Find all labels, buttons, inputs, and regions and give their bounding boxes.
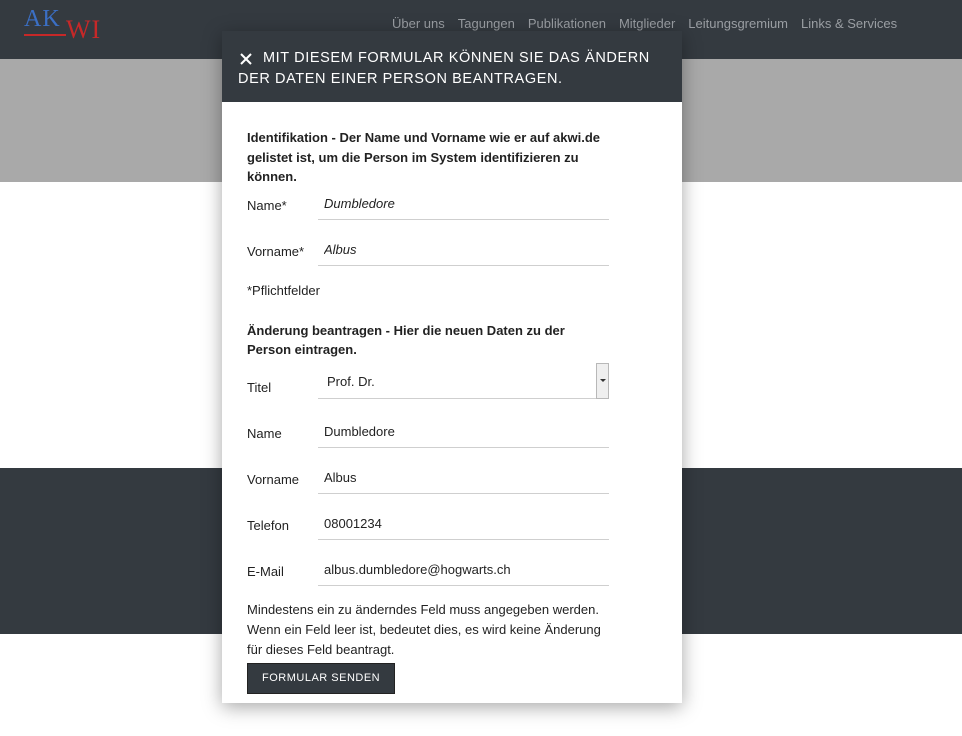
vorname-field-wrap (318, 462, 609, 494)
ident-name-input[interactable] (318, 188, 609, 219)
ident-vorname-field-wrap (318, 234, 609, 266)
titel-label: Titel (247, 379, 272, 395)
akwi-logo[interactable]: AK WI (24, 6, 104, 44)
required-fields-note: *Pflichtfelder (247, 282, 320, 298)
telefon-row: Telefon (247, 501, 657, 547)
nav-links: Über uns Tagungen Publikationen Mitglied… (392, 16, 910, 31)
nav-item-ueber-uns[interactable]: Über uns (392, 16, 445, 31)
ident-vorname-row: Vorname* (247, 227, 657, 273)
email-row: E-Mail (247, 547, 657, 593)
titel-select-value: Prof. Dr. (327, 373, 375, 389)
titel-select[interactable]: Prof. Dr. (318, 362, 609, 399)
chevron-down-icon (600, 378, 606, 382)
telefon-input[interactable] (318, 508, 609, 539)
logo-underline (24, 34, 66, 36)
nav-item-leitungsgremium[interactable]: Leitungsgremium (688, 16, 788, 31)
email-field-wrap (318, 554, 609, 586)
vorname-row: Vorname (247, 455, 657, 501)
change-request-modal: Mit diesem Formular können Sie das Änder… (222, 31, 682, 703)
vorname-label: Vorname (247, 471, 300, 487)
name-row: Name (247, 409, 657, 455)
submit-button[interactable]: FORMULAR SENDEN (247, 662, 396, 694)
form-hint: Mindestens ein zu änderndes Feld muss an… (247, 601, 601, 657)
email-input[interactable] (318, 554, 609, 585)
identification-heading: Identifikation - Der Name und Vorname wi… (247, 130, 601, 184)
email-label: E-Mail (247, 563, 284, 579)
modal-header: Mit diesem Formular können Sie das Änder… (222, 31, 682, 102)
titel-select-arrow[interactable] (596, 362, 609, 399)
name-label: Name (247, 425, 282, 441)
close-icon[interactable] (238, 51, 254, 67)
telefon-field-wrap (318, 508, 609, 540)
vorname-input[interactable] (318, 462, 609, 493)
nav-item-links-services[interactable]: Links & Services (801, 16, 897, 31)
logo-wi-text: WI (66, 15, 102, 44)
name-field-wrap (318, 416, 609, 448)
ident-vorname-label: Vorname* (247, 243, 305, 259)
nav-item-mitglieder[interactable]: Mitglieder (619, 16, 675, 31)
change-heading: Änderung beantragen - Hier die neuen Dat… (247, 322, 565, 358)
modal-title: Mit diesem Formular können Sie das Änder… (238, 50, 650, 87)
ident-name-row: Name* (247, 181, 657, 227)
ident-name-label: Name* (247, 197, 287, 213)
ident-name-field-wrap (318, 188, 609, 220)
logo-ak-text: AK (24, 6, 61, 32)
titel-row: Titel Prof. Dr. (247, 362, 657, 409)
nav-item-tagungen[interactable]: Tagungen (458, 16, 515, 31)
telefon-label: Telefon (247, 517, 289, 533)
nav-item-publikationen[interactable]: Publikationen (528, 16, 606, 31)
name-input[interactable] (318, 416, 609, 447)
modal-body: Identifikation - Der Name und Vorname wi… (222, 102, 682, 694)
ident-vorname-input[interactable] (318, 234, 609, 265)
